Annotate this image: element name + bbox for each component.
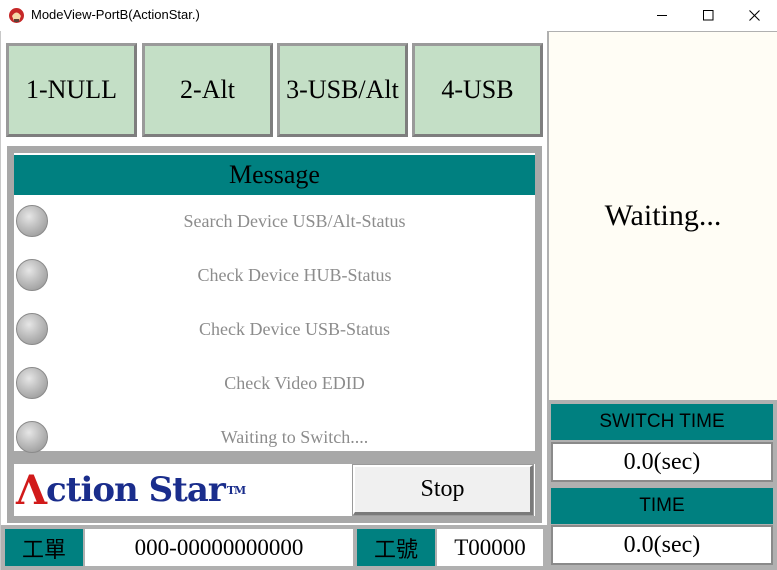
message-item-text: Check Device USB-Status — [199, 318, 390, 339]
switch-time-value: 0.0(sec) — [551, 442, 773, 482]
mode-button-usb-alt[interactable]: 3-USB/Alt — [277, 43, 408, 137]
message-item-text: Check Video EDID — [224, 372, 365, 393]
status-led-icon — [16, 259, 48, 291]
time-label: TIME — [551, 488, 773, 524]
time-value: 0.0(sec) — [551, 525, 773, 565]
stop-button[interactable]: Stop — [352, 464, 534, 516]
logo-mark-icon: Λ — [16, 466, 47, 514]
message-item-text: Waiting to Switch.... — [220, 426, 369, 447]
maximize-button[interactable] — [685, 0, 731, 31]
work-number-label: 工號 — [357, 529, 435, 566]
message-item-text: Search Device USB/Alt-Status — [183, 210, 406, 231]
close-icon — [748, 10, 760, 21]
switch-time-label: SWITCH TIME — [551, 404, 773, 440]
close-button[interactable] — [731, 0, 777, 31]
message-item: Check Device HUB-Status — [14, 255, 535, 295]
message-list: Message Search Device USB/Alt-Status Che… — [14, 153, 535, 453]
message-item: Check Device USB-Status — [14, 309, 535, 349]
window-title: ModeView-PortB(ActionStar.) — [31, 7, 200, 22]
work-order-label: 工單 — [5, 529, 83, 566]
maximize-icon — [702, 10, 713, 21]
mode-button-usb[interactable]: 4-USB — [412, 43, 543, 137]
action-star-logo: Λction Star TM — [16, 464, 246, 516]
logo-area: Λction Star TM Stop — [14, 464, 535, 516]
status-column: Waiting... SWITCH TIME 0.0(sec) TIME 0.0… — [547, 31, 777, 570]
message-item: Check Video EDID — [14, 363, 535, 403]
message-item-text: Check Device HUB-Status — [197, 264, 392, 285]
status-display: Waiting... — [549, 32, 777, 400]
app-icon — [9, 8, 24, 23]
work-order-value: 000-00000000000 — [85, 529, 353, 566]
title-bar: ModeView-PortB(ActionStar.) — [0, 0, 777, 31]
work-info-bar: 工單 000-00000000000 工號 T00000 — [1, 525, 547, 570]
status-led-icon — [16, 421, 48, 453]
message-header: Message — [14, 155, 535, 195]
mode-button-null[interactable]: 1-NULL — [6, 43, 137, 137]
message-item: Search Device USB/Alt-Status — [14, 201, 535, 241]
mode-button-alt[interactable]: 2-Alt — [142, 43, 273, 137]
status-led-icon — [16, 205, 48, 237]
minimize-button[interactable] — [639, 0, 685, 31]
minimize-icon — [656, 15, 667, 16]
main-area: 1-NULL 2-Alt 3-USB/Alt 4-USB Message Sea… — [0, 31, 777, 570]
message-item: Waiting to Switch.... — [14, 417, 535, 457]
work-number-value: T00000 — [437, 529, 543, 566]
logo-panel: Λction Star TM Stop — [7, 457, 542, 523]
message-panel: Message Search Device USB/Alt-Status Che… — [7, 146, 542, 457]
logo-wordmark: ction Star — [46, 470, 226, 510]
logo-trademark: TM — [226, 483, 246, 497]
status-led-icon — [16, 313, 48, 345]
status-led-icon — [16, 367, 48, 399]
